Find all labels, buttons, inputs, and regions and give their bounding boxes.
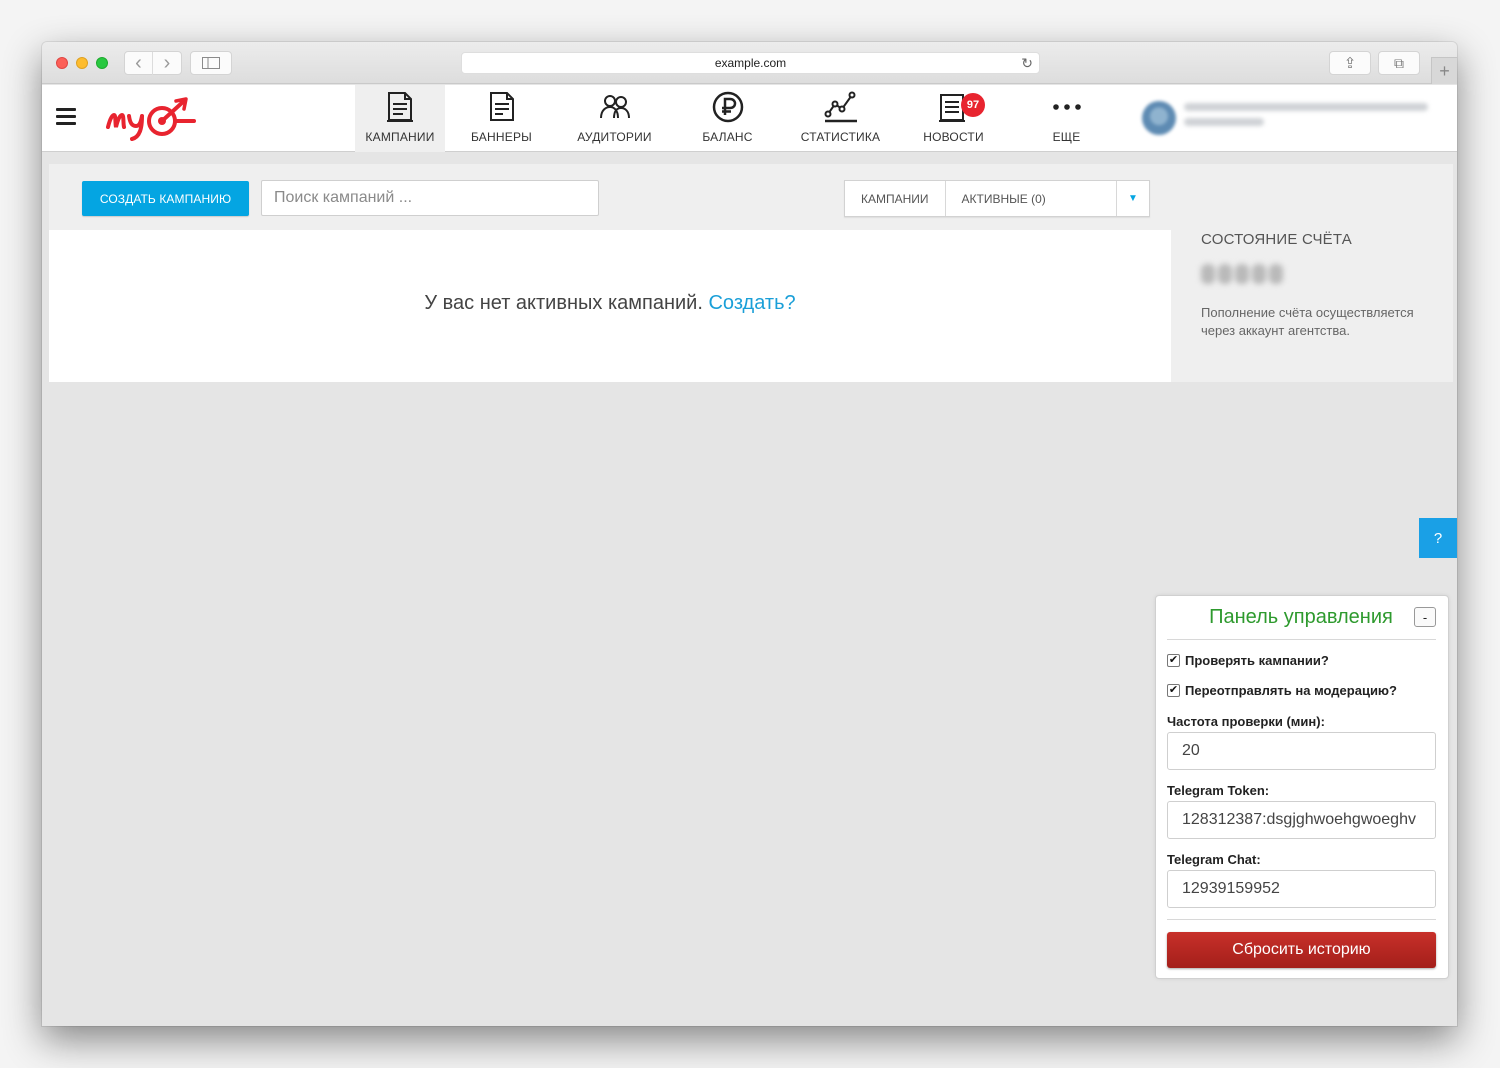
back-icon[interactable]: ‹ [125, 51, 154, 75]
nav-label-campaigns: КАМПАНИИ [365, 130, 435, 144]
collapse-button[interactable]: - [1414, 607, 1436, 627]
nav-item-balance[interactable]: БАЛАНС [671, 85, 784, 152]
user-name-blurred [1184, 103, 1428, 133]
share-button[interactable]: ⇪ [1329, 51, 1371, 75]
resend-moderation-checkbox[interactable]: ✔ [1167, 684, 1180, 697]
more-icon [1052, 104, 1081, 110]
account-balance-blurred [1201, 264, 1295, 288]
account-note: Пополнение счёта осуществляется через ак… [1201, 305, 1414, 338]
resend-moderation-label: Переотправлять на модерацию? [1185, 683, 1397, 698]
nav-item-campaigns[interactable]: КАМПАНИИ [355, 85, 445, 152]
reset-history-button[interactable]: Сбросить историю [1167, 932, 1436, 968]
nav-item-statistics[interactable]: СТАТИСТИКА [784, 85, 897, 152]
close-window-button[interactable] [56, 57, 68, 69]
campaign-search-input[interactable] [261, 180, 599, 216]
panel-divider [1167, 639, 1436, 640]
new-tab-button[interactable]: + [1431, 57, 1457, 84]
nav-label-news: НОВОСТИ [923, 130, 984, 144]
browser-window: ‹ › example.com ↻ ⇪ ⧉ + КАМПАНИИ БАННЕРЫ… [42, 42, 1457, 1026]
sidebar-toggle-button[interactable] [190, 51, 232, 75]
check-campaigns-checkbox[interactable]: ✔ [1167, 654, 1180, 667]
share-icon: ⇪ [1343, 55, 1357, 72]
control-panel: Панель управления - ✔ Проверять кампании… [1155, 595, 1449, 979]
minimize-window-button[interactable] [76, 57, 88, 69]
back-forward-group: ‹ › [124, 51, 182, 75]
mytarget-logo[interactable] [104, 93, 200, 147]
chevron-down-icon[interactable]: ▼ [1117, 181, 1149, 216]
sidebar-icon [202, 57, 220, 69]
nav-label-banners: БАННЕРЫ [471, 130, 532, 144]
browser-toolbar: ‹ › example.com ↻ ⇪ ⧉ + [42, 42, 1457, 84]
empty-message: У вас нет активных кампаний. Создать? [49, 292, 1171, 315]
address-bar[interactable]: example.com ↻ [461, 52, 1040, 74]
create-campaign-button[interactable]: СОЗДАТЬ КАМПАНИЮ [82, 181, 249, 216]
telegram-token-field[interactable] [1167, 801, 1436, 839]
campaigns-toolbar: СОЗДАТЬ КАМПАНИЮ КАМПАНИИ АКТИВНЫЕ (0) ▼ [49, 164, 1171, 230]
main-nav: КАМПАНИИ БАННЕРЫ АУДИТОРИИ БАЛАНС СТАТИС… [355, 85, 1123, 152]
reload-icon[interactable]: ↻ [1021, 55, 1033, 72]
nav-item-banners[interactable]: БАННЕРЫ [445, 85, 558, 152]
nav-item-audiences[interactable]: АУДИТОРИИ [558, 85, 671, 152]
filter-status[interactable]: АКТИВНЫЕ (0) [946, 181, 1117, 216]
app-header: КАМПАНИИ БАННЕРЫ АУДИТОРИИ БАЛАНС СТАТИС… [42, 85, 1457, 152]
balance-icon [712, 91, 743, 123]
menu-icon[interactable] [56, 108, 76, 126]
frequency-field[interactable] [1167, 732, 1436, 770]
statistics-icon [824, 91, 857, 123]
forward-icon[interactable]: › [153, 52, 181, 75]
resend-moderation-row[interactable]: ✔ Переотправлять на модерацию? [1167, 683, 1397, 698]
filter-type[interactable]: КАМПАНИИ [845, 181, 946, 216]
check-campaigns-label: Проверять кампании? [1185, 653, 1329, 668]
nav-item-news[interactable]: 97 НОВОСТИ [897, 85, 1010, 152]
nav-label-more: ЕЩЕ [1052, 130, 1081, 144]
create-campaign-link[interactable]: Создать? [708, 292, 795, 314]
panel-divider-bottom [1167, 919, 1436, 920]
campaigns-icon [387, 92, 413, 122]
frequency-label: Частота проверки (мин): [1167, 714, 1325, 729]
tab-overview-button[interactable]: ⧉ [1378, 51, 1420, 75]
account-status-panel: СОСТОЯНИЕ СЧЁТА Пополнение счёта осущест… [1171, 164, 1453, 382]
zoom-window-button[interactable] [96, 57, 108, 69]
plus-icon: + [1439, 60, 1450, 81]
empty-message-text: У вас нет активных кампаний. [424, 292, 703, 314]
avatar [1142, 101, 1176, 135]
help-button[interactable]: ? [1419, 518, 1457, 558]
tabs-icon: ⧉ [1394, 54, 1404, 71]
telegram-chat-field[interactable] [1167, 870, 1436, 908]
banners-icon [489, 92, 514, 121]
panel-title: Панель управления [1209, 606, 1393, 628]
check-campaigns-row[interactable]: ✔ Проверять кампании? [1167, 653, 1329, 668]
account-status-title: СОСТОЯНИЕ СЧЁТА [1201, 231, 1352, 248]
telegram-token-label: Telegram Token: [1167, 783, 1270, 798]
news-count-badge: 97 [961, 93, 985, 117]
nav-label-audiences: АУДИТОРИИ [577, 130, 652, 144]
audiences-icon [599, 95, 630, 119]
user-profile[interactable] [1142, 101, 1428, 135]
nav-label-balance: БАЛАНС [702, 130, 753, 144]
url-text: example.com [714, 56, 787, 70]
telegram-chat-label: Telegram Chat: [1167, 852, 1261, 867]
empty-campaigns-state: У вас нет активных кампаний. Создать? [49, 230, 1171, 382]
nav-item-more[interactable]: ЕЩЕ [1010, 85, 1123, 152]
campaign-filter[interactable]: КАМПАНИИ АКТИВНЫЕ (0) ▼ [844, 180, 1150, 217]
nav-label-statistics: СТАТИСТИКА [800, 130, 881, 144]
